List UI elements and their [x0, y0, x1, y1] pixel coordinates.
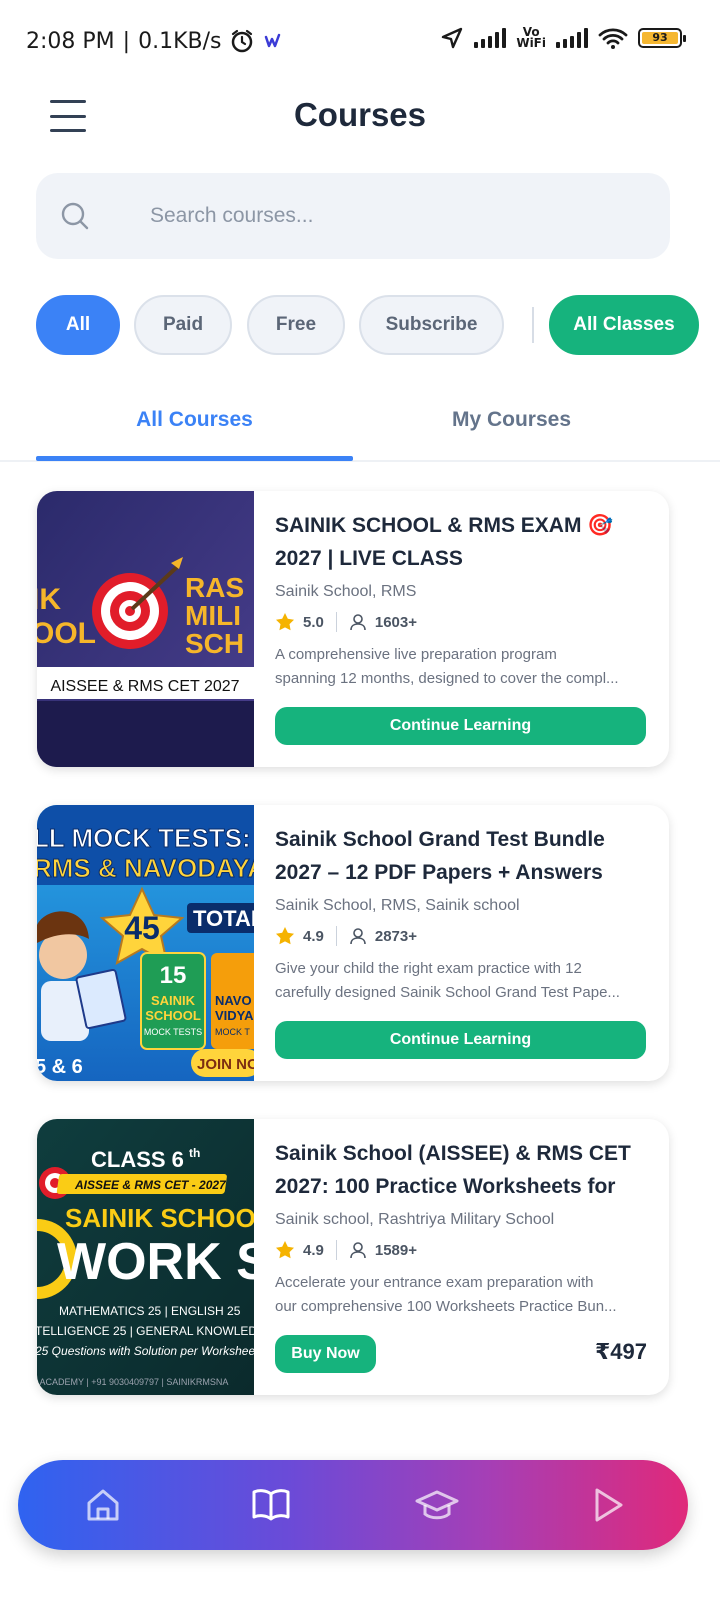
course-learners: 1589+ — [374, 1241, 417, 1259]
course-title[interactable]: Sainik School (AISSEE) & RMS CET 2027: 1… — [275, 1137, 649, 1203]
tab-indicator — [36, 456, 353, 461]
svg-text:TELLIGENCE 25 | GENERAL KNOWLE: TELLIGENCE 25 | GENERAL KNOWLEDGE — [37, 1324, 254, 1338]
course-title[interactable]: Sainik School Grand Test Bundle 2027 – 1… — [275, 823, 649, 889]
status-time: 2:08 PM — [26, 28, 115, 54]
status-bar: 2:08 PM | 0.1KB/s Vo WiFi 93 — [0, 0, 720, 84]
filter-all-chip[interactable]: All — [36, 295, 120, 355]
status-speed: 0.1KB/s — [138, 28, 222, 54]
battery-level: 93 — [642, 32, 678, 44]
user-icon — [350, 1242, 366, 1259]
svg-text:th: th — [189, 1146, 200, 1160]
alarm-icon — [232, 29, 253, 53]
user-icon — [350, 614, 366, 631]
wifi-icon — [598, 28, 628, 49]
svg-text:NAVO: NAVO — [215, 993, 252, 1008]
graduation-cap-icon[interactable] — [414, 1482, 460, 1528]
svg-text:IK: IK — [37, 583, 61, 616]
star-icon — [276, 613, 294, 631]
cell-signal-2-icon — [556, 28, 588, 48]
course-info: Sainik School Grand Test Bundle 2027 – 1… — [275, 823, 649, 1005]
location-icon — [442, 27, 463, 49]
course-meta: 5.0 1603+ — [275, 609, 649, 635]
continue-learning-button[interactable]: Continue Learning — [275, 707, 646, 745]
course-description: Give your child the right exam practice … — [275, 960, 620, 1001]
tab-all-courses[interactable]: All Courses — [36, 392, 353, 460]
search-box[interactable] — [36, 173, 670, 259]
svg-text:SAINIK SCHOOL & R: SAINIK SCHOOL & R — [65, 1203, 254, 1233]
svg-text:CLASS 6: CLASS 6 — [91, 1147, 184, 1172]
search-icon — [61, 202, 89, 230]
buy-now-button[interactable]: Buy Now — [275, 1335, 376, 1373]
course-card[interactable]: IK OOL RAS MILI SCH AISSEE & RMS CET 202… — [37, 491, 669, 767]
course-learners: 2873+ — [374, 927, 417, 945]
user-icon — [350, 928, 366, 945]
svg-text:25 Questions with Solution per: 25 Questions with Solution per Workshee — [37, 1344, 254, 1358]
vowifi-label: Vo WiFi — [516, 25, 546, 50]
book-icon[interactable] — [248, 1482, 294, 1528]
svg-text:SCHOOL: SCHOOL — [145, 1008, 201, 1023]
battery-icon: 93 — [638, 28, 686, 48]
svg-text:JOIN NO: JOIN NO — [197, 1056, 254, 1073]
filter-subscribe-chip[interactable]: Subscribe — [359, 295, 504, 355]
svg-text:LL MOCK TESTS: SAI: LL MOCK TESTS: SAI — [37, 823, 254, 853]
svg-text:SAINIK: SAINIK — [151, 993, 196, 1008]
tab-my-courses[interactable]: My Courses — [353, 392, 670, 460]
course-learners: 1603+ — [374, 613, 417, 631]
svg-text:MOCK TESTS: MOCK TESTS — [144, 1027, 202, 1037]
svg-text:OOL: OOL — [37, 617, 96, 650]
course-thumbnail: LL MOCK TESTS: SAI RMS & NAVODAYA VI 45 … — [37, 805, 254, 1081]
course-meta: 4.9 1589+ — [275, 1237, 649, 1263]
svg-text:AISSEE & RMS CET 2027: AISSEE & RMS CET 2027 — [50, 678, 239, 695]
svg-text:5 & 6: 5 & 6 — [37, 1056, 83, 1078]
course-thumbnail: IK OOL RAS MILI SCH AISSEE & RMS CET 202… — [37, 491, 254, 767]
play-icon[interactable] — [584, 1482, 630, 1528]
course-info: SAINIK SCHOOL & RMS EXAM 🎯 2027 | LIVE C… — [275, 509, 649, 691]
course-description: A comprehensive live preparation program… — [275, 646, 619, 687]
svg-text:15: 15 — [160, 962, 187, 989]
svg-text:MILI: MILI — [185, 600, 241, 631]
course-category: Sainik School, RMS — [275, 583, 417, 600]
cell-signal-icon — [474, 28, 507, 48]
course-meta: 4.9 2873+ — [275, 923, 649, 949]
star-icon — [276, 927, 294, 945]
course-card[interactable]: LL MOCK TESTS: SAI RMS & NAVODAYA VI 45 … — [37, 805, 669, 1081]
svg-text:I ACADEMY | +91 9030409797 | S: I ACADEMY | +91 9030409797 | SAINIKRMSNA — [37, 1377, 228, 1387]
filter-free-chip[interactable]: Free — [247, 295, 345, 355]
course-thumbnail: CLASS 6 th AISSEE & RMS CET - 2027 SAINI… — [37, 1119, 254, 1395]
bottom-nav — [18, 1460, 688, 1550]
svg-text:RAS: RAS — [185, 572, 244, 603]
filter-paid-chip[interactable]: Paid — [134, 295, 232, 355]
course-rating: 4.9 — [303, 1241, 324, 1259]
course-title[interactable]: SAINIK SCHOOL & RMS EXAM 🎯 2027 | LIVE C… — [275, 509, 649, 575]
svg-text:WORK SHE: WORK SHE — [57, 1233, 254, 1291]
course-description: Accelerate your entrance exam preparatio… — [275, 1274, 617, 1315]
status-left: 2:08 PM | 0.1KB/s — [26, 28, 283, 54]
svg-text:MATHEMATICS 25 | ENGLISH 25: MATHEMATICS 25 | ENGLISH 25 — [59, 1304, 241, 1318]
course-rating: 5.0 — [303, 613, 324, 631]
course-category: Sainik School, RMS, Sainik school — [275, 897, 520, 914]
course-info: Sainik School (AISSEE) & RMS CET 2027: 1… — [275, 1137, 649, 1319]
svg-text:SCH: SCH — [185, 628, 244, 659]
course-price: ₹497 — [594, 1339, 647, 1364]
star-icon — [276, 1241, 294, 1259]
course-rating: 4.9 — [303, 927, 324, 945]
svg-text:AISSEE & RMS CET - 2027: AISSEE & RMS CET - 2027 — [74, 1178, 227, 1192]
all-classes-chip[interactable]: All Classes — [549, 295, 699, 355]
svg-text:TOTAL T: TOTAL T — [193, 906, 254, 931]
course-card[interactable]: CLASS 6 th AISSEE & RMS CET - 2027 SAINI… — [37, 1119, 669, 1395]
status-right: Vo WiFi 93 — [440, 25, 686, 50]
app-notification-icon — [265, 33, 281, 48]
search-input[interactable] — [150, 193, 650, 239]
svg-text:MOCK T: MOCK T — [215, 1027, 250, 1037]
svg-text:VIDYA: VIDYA — [215, 1008, 254, 1023]
page-title: Courses — [293, 96, 427, 133]
course-category: Sainik school, Rashtriya Military School — [275, 1211, 555, 1228]
svg-text:RMS & NAVODAYA VI: RMS & NAVODAYA VI — [37, 853, 254, 883]
svg-text:45: 45 — [124, 910, 160, 946]
chip-divider — [532, 307, 534, 343]
continue-learning-button[interactable]: Continue Learning — [275, 1021, 646, 1059]
home-icon[interactable] — [80, 1482, 126, 1528]
